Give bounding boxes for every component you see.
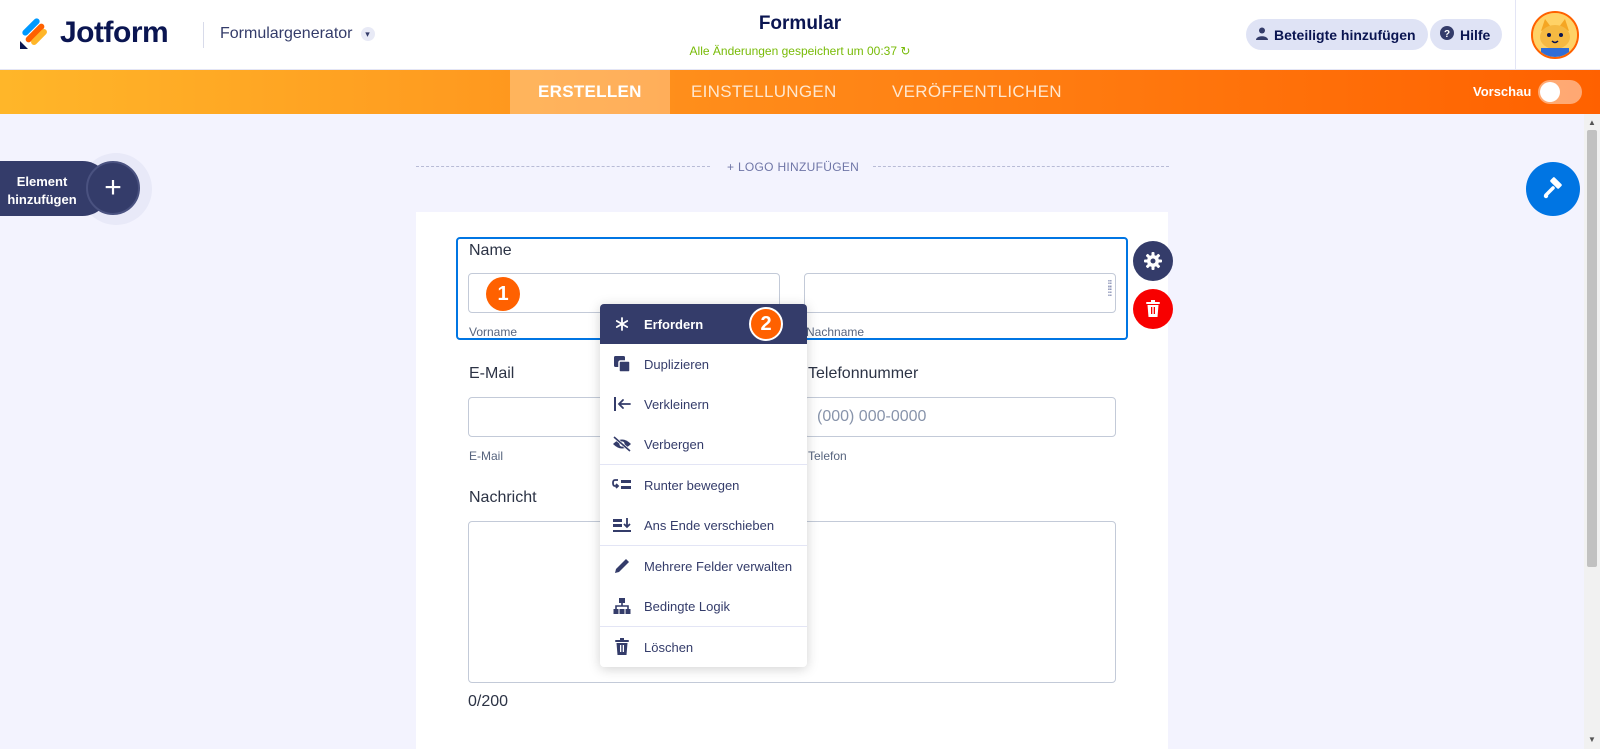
form-designer-button[interactable]	[1526, 162, 1580, 216]
pencil-icon	[612, 556, 632, 576]
add-element-button[interactable]: +	[86, 161, 140, 215]
asterisk-icon	[612, 314, 632, 334]
tab-publish[interactable]: VERÖFFENTLICHEN	[892, 70, 1062, 114]
preview-label: Vorschau	[1473, 84, 1532, 99]
menu-item-shrink[interactable]: Verkleinern	[600, 384, 807, 424]
logo-divider-right	[873, 166, 1169, 167]
message-label: Nachricht	[469, 489, 537, 506]
menu-item-label: Runter bewegen	[644, 477, 740, 493]
menu-item-delete[interactable]: Löschen	[600, 627, 807, 667]
phone-label: Telefonnummer	[808, 365, 919, 382]
menu-item-conditional-logic[interactable]: Bedingte Logik	[600, 586, 807, 626]
help-label: Hilfe	[1460, 26, 1491, 43]
menu-item-label: Verkleinern	[644, 396, 710, 412]
preview-toggle[interactable]	[1538, 80, 1582, 104]
eye-off-icon	[612, 434, 632, 454]
add-element-line2: hinzufügen	[7, 192, 77, 207]
builder-nav: ERSTELLEN EINSTELLUNGEN VERÖFFENTLICHEN	[0, 70, 1600, 114]
trash-icon	[1146, 300, 1160, 317]
paint-roller-icon	[1543, 177, 1562, 199]
logic-icon	[612, 596, 632, 616]
help-button[interactable]: ? Hilfe	[1430, 19, 1503, 50]
menu-item-move-to-end[interactable]: Ans Ende verschieben	[600, 505, 807, 545]
drag-handle-icon[interactable]: ⁞⁞ ⁞⁞	[1107, 278, 1113, 298]
menu-item-duplicate[interactable]: Duplizieren	[600, 344, 807, 384]
scroll-up-arrow-icon[interactable]: ▲	[1588, 118, 1596, 127]
phone-placeholder: (000) 000-0000	[817, 408, 927, 425]
menu-item-label: Duplizieren	[644, 356, 710, 372]
message-counter: 0/200	[468, 693, 509, 710]
menu-item-hide[interactable]: Verbergen	[600, 424, 807, 464]
add-participants-button[interactable]: Beteiligte hinzufügen	[1246, 19, 1428, 50]
toggle-knob	[1540, 82, 1560, 102]
add-participants-label: Beteiligte hinzufügen	[1274, 26, 1416, 43]
menu-item-label: Ans Ende verschieben	[644, 517, 775, 533]
top-header: Jotform Formulargenerator ▾ Formular All…	[0, 0, 1600, 70]
menu-item-label: Löschen	[644, 639, 694, 655]
add-logo-button[interactable]: + LOGO HINZUFÜGEN	[727, 160, 859, 174]
step-badge-2: 2	[749, 307, 783, 341]
phone-input[interactable]: (000) 000-0000	[804, 397, 1116, 437]
last-name-sublabel: Nachname	[806, 325, 865, 339]
user-avatar[interactable]	[1531, 11, 1579, 59]
field-settings-button[interactable]	[1133, 241, 1173, 281]
menu-item-move-down[interactable]: Runter bewegen	[600, 465, 807, 505]
save-status-text: Alle Änderungen gespeichert um 00:37	[689, 44, 898, 58]
field-context-menu: Erfordern Duplizieren Verkleinern Verber…	[600, 304, 807, 667]
scroll-down-arrow-icon[interactable]: ▼	[1588, 735, 1596, 744]
header-divider	[1515, 0, 1516, 70]
logo-divider-left	[416, 166, 710, 167]
user-icon	[1256, 27, 1268, 43]
phone-sublabel: Telefon	[808, 449, 847, 463]
tab-settings[interactable]: EINSTELLUNGEN	[691, 70, 837, 114]
duplicate-icon	[612, 354, 632, 374]
avatar-cat-icon	[1533, 13, 1577, 57]
last-name-input[interactable]	[804, 273, 1116, 313]
help-icon: ?	[1440, 26, 1454, 43]
email-label: E-Mail	[469, 365, 515, 382]
first-name-sublabel: Vorname	[469, 325, 518, 339]
refresh-icon[interactable]: ↻	[900, 44, 910, 58]
menu-item-label: Verbergen	[644, 436, 704, 452]
tab-create[interactable]: ERSTELLEN	[510, 70, 670, 114]
add-element-line1: Element	[16, 174, 68, 189]
svg-text:?: ?	[1444, 29, 1450, 40]
step-badge-1: 1	[486, 277, 520, 311]
move-to-end-icon	[612, 515, 632, 535]
email-sublabel: E-Mail	[469, 449, 504, 463]
name-label[interactable]: Name	[469, 242, 512, 260]
scrollbar-thumb[interactable]	[1587, 130, 1597, 567]
menu-item-label: Bedingte Logik	[644, 598, 731, 614]
move-down-icon	[612, 475, 632, 495]
trash-icon	[612, 637, 632, 657]
shrink-icon	[612, 394, 632, 414]
field-delete-button[interactable]	[1133, 289, 1173, 329]
plus-icon: +	[104, 171, 122, 204]
gear-icon	[1144, 252, 1162, 270]
menu-item-label: Erfordern	[644, 316, 704, 332]
menu-item-manage-fields[interactable]: Mehrere Felder verwalten	[600, 546, 807, 586]
menu-item-label: Mehrere Felder verwalten	[644, 558, 793, 574]
